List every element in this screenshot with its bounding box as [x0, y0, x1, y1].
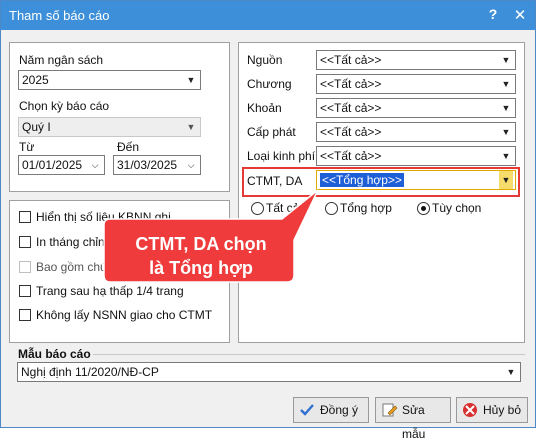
- callout-line-1: CTMT, DA chọn: [135, 234, 267, 254]
- callout-text: CTMT, DA chọn là Tổng hợp: [103, 232, 299, 280]
- callout-annotation: [103, 189, 319, 283]
- callout-line-2: là Tổng hợp: [149, 258, 253, 278]
